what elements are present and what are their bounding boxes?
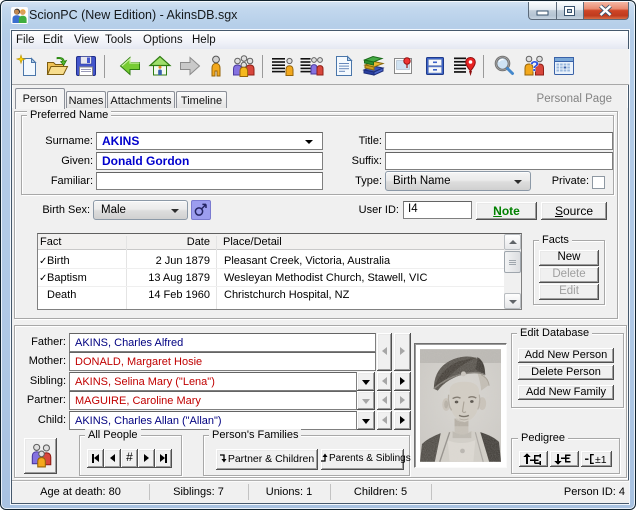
svg-text:±1: ±1 [595, 454, 607, 465]
svg-text:?: ? [530, 58, 539, 75]
